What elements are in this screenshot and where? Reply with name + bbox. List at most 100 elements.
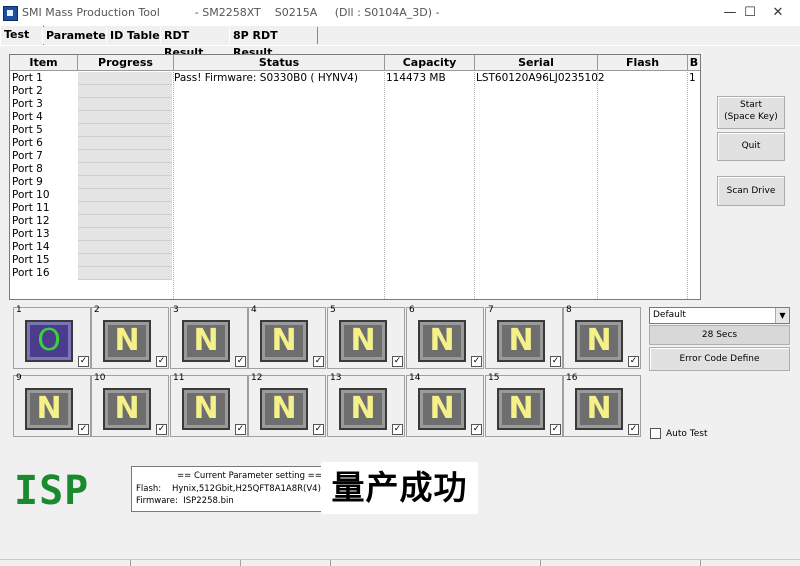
slot-status-letter: N <box>114 391 140 426</box>
flash-label: Flash: <box>136 484 162 494</box>
serial-cell: LST60120A96LJ0235102 <box>476 72 605 84</box>
start-button-label: Start <box>740 100 762 110</box>
port-slot[interactable]: 3 N ✓ <box>170 305 248 369</box>
port-slot[interactable]: 6 N ✓ <box>406 305 484 369</box>
progress-bar <box>78 267 172 280</box>
chevron-down-icon[interactable]: ▼ <box>775 308 789 323</box>
port-row-label[interactable]: Port 6 <box>12 137 43 150</box>
port-row-label[interactable]: Port 3 <box>12 98 43 111</box>
col-header-flash[interactable]: Flash <box>598 55 688 71</box>
port-slot[interactable]: 8 N ✓ <box>563 305 641 369</box>
port-slot[interactable]: 14 N ✓ <box>406 373 484 437</box>
slot-enable-checkbox[interactable]: ✓ <box>78 424 89 435</box>
slot-status-letter: N <box>36 391 62 426</box>
port-row-label[interactable]: Port 11 <box>12 202 50 215</box>
port-slot[interactable]: 4 N ✓ <box>248 305 326 369</box>
slot-status-letter: N <box>193 391 219 426</box>
progress-bar <box>78 215 172 228</box>
no-drive-icon: N <box>182 320 230 362</box>
progress-bar <box>78 202 172 215</box>
slot-enable-checkbox[interactable]: ✓ <box>392 424 403 435</box>
slot-enable-checkbox[interactable]: ✓ <box>550 424 561 435</box>
error-code-define-button[interactable]: Error Code Define <box>649 347 790 371</box>
col-header-progress[interactable]: Progress <box>78 55 174 71</box>
slot-status-letter: N <box>271 391 297 426</box>
tab-parameter[interactable]: Parameter <box>42 27 111 44</box>
start-button[interactable]: Start (Space Key) <box>717 96 785 129</box>
slot-enable-checkbox[interactable]: ✓ <box>628 424 639 435</box>
window-title: SMI Mass Production Tool - SM2258XT S021… <box>22 6 440 19</box>
slot-enable-checkbox[interactable]: ✓ <box>628 356 639 367</box>
port-row-label[interactable]: Port 16 <box>12 267 50 280</box>
profile-select-value: Default <box>653 310 686 320</box>
slot-number: 2 <box>94 305 100 315</box>
slot-enable-checkbox[interactable]: ✓ <box>235 424 246 435</box>
port-grid[interactable]: Item Progress Status Capacity Serial Fla… <box>9 54 701 300</box>
port-row-label[interactable]: Port 14 <box>12 241 50 254</box>
close-button[interactable]: ✕ <box>756 3 800 23</box>
tab-rdt-result[interactable]: RDT Result <box>160 27 233 59</box>
port-slot[interactable]: 11 N ✓ <box>170 373 248 437</box>
tab-id-table[interactable]: ID Table <box>106 27 164 44</box>
no-drive-icon: N <box>260 388 308 430</box>
port-slot[interactable]: 2 N ✓ <box>91 305 169 369</box>
port-row-label[interactable]: Port 12 <box>12 215 50 228</box>
col-header-b[interactable]: B <box>688 55 700 71</box>
col-header-serial[interactable]: Serial <box>475 55 598 71</box>
port-slot[interactable]: 7 N ✓ <box>485 305 563 369</box>
progress-bar <box>78 189 172 202</box>
slot-enable-checkbox[interactable]: ✓ <box>156 356 167 367</box>
tab-8p-rdt-result[interactable]: 8P RDT Result <box>229 27 318 59</box>
port-slot[interactable]: 1 O ✓ <box>13 305 91 369</box>
port-slot[interactable]: 13 N ✓ <box>327 373 405 437</box>
port-row-label[interactable]: Port 5 <box>12 124 43 137</box>
checkbox-icon[interactable] <box>650 428 661 439</box>
slot-number: 9 <box>16 373 22 383</box>
slot-enable-checkbox[interactable]: ✓ <box>313 356 324 367</box>
tab-test[interactable]: Test <box>0 25 44 46</box>
port-slot[interactable]: 10 N ✓ <box>91 373 169 437</box>
no-drive-icon: N <box>418 320 466 362</box>
port-row-label[interactable]: Port 1 <box>12 72 43 85</box>
no-drive-icon: N <box>103 320 151 362</box>
no-drive-icon: N <box>497 388 545 430</box>
port-row-label[interactable]: Port 2 <box>12 85 43 98</box>
progress-bar <box>78 85 172 98</box>
profile-select[interactable]: Default ▼ <box>649 307 790 324</box>
slot-enable-checkbox[interactable]: ✓ <box>392 356 403 367</box>
slot-status-letter: N <box>508 391 534 426</box>
slot-enable-checkbox[interactable]: ✓ <box>156 424 167 435</box>
quit-button[interactable]: Quit <box>717 132 785 161</box>
col-divider <box>173 70 174 299</box>
no-drive-icon: N <box>339 388 387 430</box>
slot-status-letter: N <box>114 323 140 358</box>
slot-enable-checkbox[interactable]: ✓ <box>313 424 324 435</box>
col-divider <box>597 70 598 299</box>
port-slot[interactable]: 15 N ✓ <box>485 373 563 437</box>
scan-drive-button[interactable]: Scan Drive <box>717 176 785 206</box>
auto-test-checkbox[interactable]: Auto Test <box>650 428 707 439</box>
slot-enable-checkbox[interactable]: ✓ <box>235 356 246 367</box>
slot-enable-checkbox[interactable]: ✓ <box>471 424 482 435</box>
port-slot[interactable]: 12 N ✓ <box>248 373 326 437</box>
slot-enable-checkbox[interactable]: ✓ <box>550 356 561 367</box>
port-row-label[interactable]: Port 9 <box>12 176 43 189</box>
port-row-label[interactable]: Port 15 <box>12 254 50 267</box>
col-header-capacity[interactable]: Capacity <box>385 55 475 71</box>
port-slot[interactable]: 16 N ✓ <box>563 373 641 437</box>
slot-enable-checkbox[interactable]: ✓ <box>78 356 89 367</box>
port-slot[interactable]: 5 N ✓ <box>327 305 405 369</box>
no-drive-icon: N <box>418 388 466 430</box>
port-row-label[interactable]: Port 4 <box>12 111 43 124</box>
port-slot[interactable]: 9 N ✓ <box>13 373 91 437</box>
status-divider <box>700 560 701 566</box>
slot-number: 6 <box>409 305 415 315</box>
port-row-label[interactable]: Port 13 <box>12 228 50 241</box>
slot-enable-checkbox[interactable]: ✓ <box>471 356 482 367</box>
port-row-label[interactable]: Port 8 <box>12 163 43 176</box>
port-row-label[interactable]: Port 7 <box>12 150 43 163</box>
col-header-item[interactable]: Item <box>10 55 78 71</box>
col-header-status[interactable]: Status <box>174 55 385 71</box>
port-row-label[interactable]: Port 10 <box>12 189 50 202</box>
status-divider <box>240 560 241 566</box>
